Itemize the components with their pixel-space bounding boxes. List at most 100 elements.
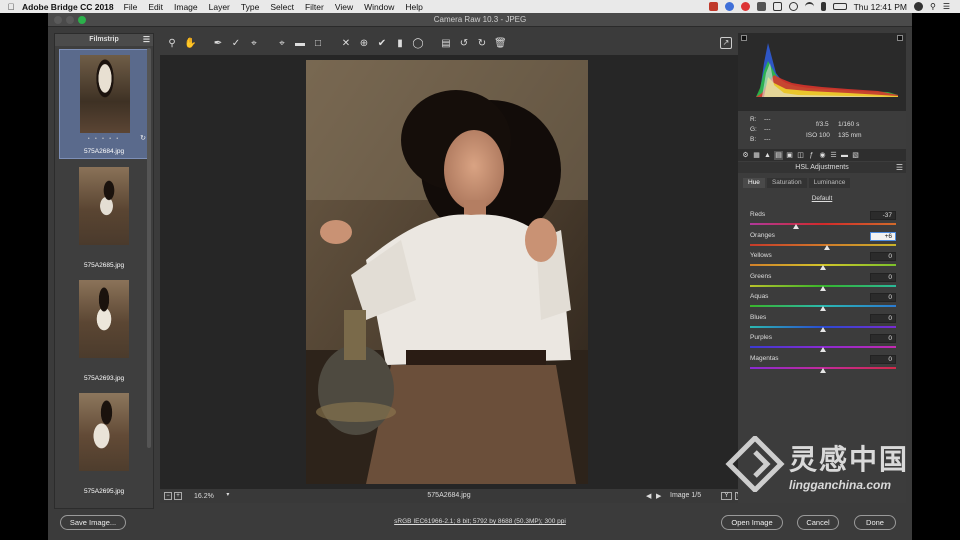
rotate-left-icon[interactable]: ↺ [458,38,470,50]
slider-knob[interactable] [792,224,799,229]
tone-curve-tab-icon[interactable]: ▦ [752,151,761,160]
creative-cloud-icon[interactable] [740,2,750,11]
adjustment-brush-icon[interactable]: ✔ [376,38,388,50]
zoom-window-button[interactable] [78,16,86,24]
hsl-slider-magentas[interactable]: Magentas 0 [750,354,896,375]
straighten-tool-icon[interactable]: ▬ [294,38,306,50]
done-button[interactable]: Done [854,515,896,530]
menubar-clock[interactable]: Thu 12:41 PM [854,2,907,12]
menu-file[interactable]: File [124,2,138,12]
hsl-slider-yellows[interactable]: Yellows 0 [750,252,896,272]
notification-center-icon[interactable]: ☰ [943,2,950,11]
menu-window[interactable]: Window [364,2,394,12]
menu-view[interactable]: View [335,2,353,12]
red-eye-tool-icon[interactable]: ⊕ [358,38,370,50]
filmstrip-menu-icon[interactable]: ☰ [143,34,150,46]
menu-edit[interactable]: Edit [148,2,163,12]
user-icon[interactable] [913,2,923,11]
close-window-button[interactable] [54,16,62,24]
tab-hue[interactable]: Hue [743,178,765,188]
zoom-tool-icon[interactable]: ⚲ [166,38,178,50]
tab-saturation[interactable]: Saturation [766,178,807,188]
crop-tool-icon[interactable]: ⌖ [276,38,288,50]
filmstrip-thumb[interactable]: 575A2693.jpg [59,275,149,385]
filmstrip-scrollbar[interactable] [147,48,151,448]
slider-knob[interactable] [820,306,826,311]
display-icon[interactable] [772,2,782,11]
slider-value-field[interactable]: 0 [870,272,896,282]
app-name-menu[interactable]: Adobe Bridge CC 2018 [22,2,114,12]
filmstrip-thumb[interactable]: 575A2685.jpg [59,162,149,272]
effects-tab-icon[interactable]: ƒ [807,151,816,160]
calibration-tab-icon[interactable]: ◉ [818,151,827,160]
lens-tab-icon[interactable]: ◫ [796,151,805,160]
snapshots-tab-icon[interactable]: ▬ [840,151,849,160]
stack-tab-icon[interactable]: ▧ [851,151,860,160]
camera-icon[interactable] [756,2,766,11]
spot-removal-tool-icon[interactable]: ✕ [340,38,352,50]
menu-help[interactable]: Help [405,2,422,12]
slider-knob[interactable] [820,265,826,270]
rotate-right-icon[interactable]: ↻ [476,38,488,50]
default-link[interactable]: Default [738,195,906,202]
wifi-icon[interactable] [804,2,814,11]
tab-luminance[interactable]: Luminance [808,178,851,188]
split-toning-tab-icon[interactable]: ▣ [785,151,794,160]
preferences-icon[interactable]: ▤ [440,38,452,50]
spotlight-icon[interactable]: ⚲ [930,2,936,11]
cancel-button[interactable]: Cancel [797,515,839,530]
filmstrip-thumb[interactable]: 575A2695.jpg [59,388,149,498]
menu-select[interactable]: Select [270,2,294,12]
previous-image-icon[interactable]: ◀ [646,492,651,500]
slider-track[interactable] [750,243,896,246]
slider-value-field[interactable]: 0 [870,313,896,323]
slider-knob[interactable] [820,326,826,332]
slider-knob[interactable] [824,244,831,250]
slider-value-field[interactable]: 0 [870,354,896,364]
basic-tab-icon[interactable]: ⚙ [741,151,750,160]
highlight-clipping-icon[interactable] [897,35,903,41]
menu-layer[interactable]: Layer [209,2,230,12]
star-rating[interactable]: • • • • • [60,136,148,142]
detail-tab-icon[interactable]: ▲ [763,151,772,160]
cloud-icon[interactable] [724,2,734,11]
slider-track[interactable] [750,223,896,225]
record-icon[interactable] [708,2,718,11]
apple-icon[interactable]:  [0,2,22,12]
slider-knob[interactable] [820,285,826,291]
radial-filter-icon[interactable]: ◯ [412,38,424,50]
battery-icon[interactable] [832,3,847,10]
time-machine-icon[interactable] [788,2,798,11]
slider-value-field[interactable]: -37 [870,211,896,220]
menu-type[interactable]: Type [241,2,259,12]
filmstrip-thumb[interactable]: • • • • • ↻ 575A2684.jpg [59,49,149,159]
next-image-icon[interactable]: ▶ [656,492,661,500]
slider-value-field[interactable]: 0 [870,252,896,261]
image-canvas[interactable] [160,55,738,491]
graduated-filter-icon[interactable]: ▮ [394,38,406,50]
minimize-window-button[interactable] [66,16,74,24]
hsl-slider-purples[interactable]: Purples 0 [750,334,896,354]
slider-value-field[interactable]: +6 [870,231,896,241]
hsl-slider-oranges[interactable]: Oranges +6 [750,231,896,252]
hand-tool-icon[interactable]: ✋ [184,38,196,50]
slider-value-field[interactable]: 0 [870,293,896,302]
hsl-slider-aquas[interactable]: Aquas 0 [750,293,896,313]
panel-menu-icon[interactable]: ☰ [896,162,903,173]
open-in-photoshop-icon[interactable]: ↗ [720,37,732,49]
hsl-slider-greens[interactable]: Greens 0 [750,272,896,293]
presets-tab-icon[interactable]: ☰ [829,151,838,160]
open-image-button[interactable]: Open Image [721,515,783,530]
color-sampler-tool-icon[interactable]: ✓ [230,38,242,50]
slider-knob[interactable] [820,347,826,352]
shadow-clipping-icon[interactable] [741,35,747,41]
volume-icon[interactable] [820,2,826,11]
transform-tool-icon[interactable]: □ [312,38,324,50]
slider-value-field[interactable]: 0 [870,334,896,343]
white-balance-tool-icon[interactable]: ✒ [212,38,224,50]
targeted-adjustment-tool-icon[interactable]: ⌖ [248,38,260,50]
slider-knob[interactable] [820,367,826,373]
menu-filter[interactable]: Filter [305,2,324,12]
hsl-slider-reds[interactable]: Reds -37 [750,211,896,231]
rotate-icon[interactable]: ↻ [140,134,146,142]
